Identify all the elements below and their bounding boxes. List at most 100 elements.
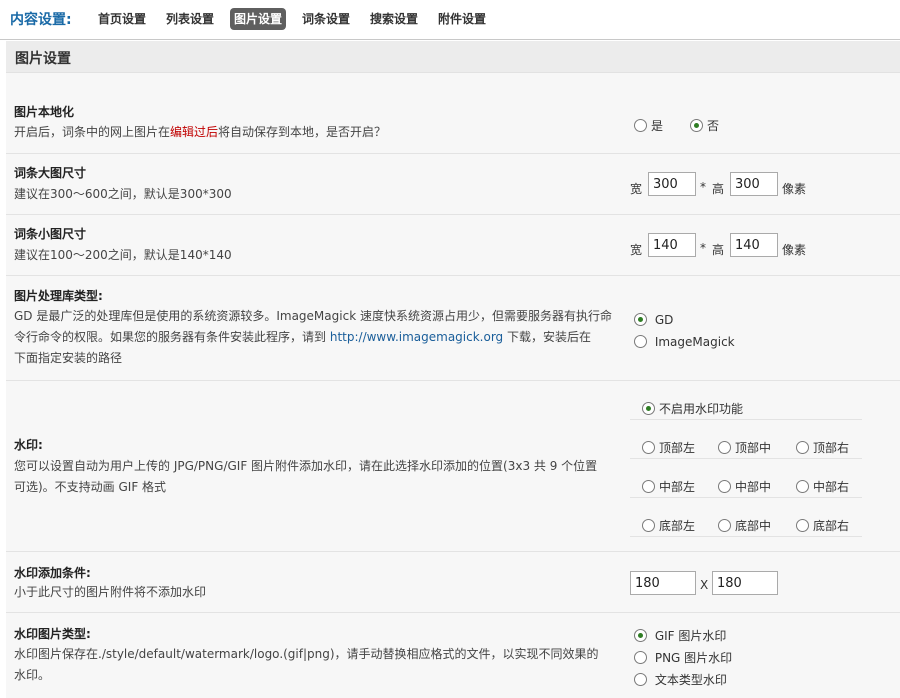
big-height-label: 高 <box>712 182 725 196</box>
lib-gd-option[interactable]: GD <box>634 313 673 327</box>
small-height-input[interactable] <box>730 233 778 257</box>
radio-icon[interactable] <box>634 673 647 686</box>
tab-list-settings[interactable]: 列表设置 <box>162 8 218 30</box>
lib-desc-line1: GD 是最广泛的处理库但是使用的系统资源较多。ImageMagick 速度快系统… <box>14 309 612 323</box>
nav-label: 内容设置: <box>10 12 72 28</box>
lib-imagemagick-option[interactable]: ImageMagick <box>634 335 735 349</box>
lib-gd-label: GD <box>654 313 674 327</box>
condition-desc: 小于此尺寸的图片附件将不添加水印 <box>14 585 207 599</box>
watermark-desc-line2: 可选)。不支持动画 GIF 格式 <box>14 480 167 494</box>
wmtype-title: 水印图片类型: <box>14 627 91 641</box>
watermark-disable-cell: 不启用水印功能 <box>630 381 862 420</box>
watermark-disable-label: 不启用水印功能 <box>659 402 744 416</box>
watermark-bottom-right-option[interactable]: 底部右 <box>796 517 849 534</box>
small-size-title: 词条小图尺寸 <box>14 227 87 241</box>
top-nav: 内容设置: 首页设置 列表设置 图片设置 词条设置 搜索设置 附件设置 <box>0 0 900 40</box>
wmtype-gif-label: GIF 图片水印 <box>654 629 727 643</box>
big-height-input[interactable] <box>730 172 778 196</box>
lib-imagemagick-label: ImageMagick <box>654 335 735 349</box>
settings-panel: 图片本地化 开启后，词条中的网上图片在编辑过后将自动保存到本地，是否开启？ 是 … <box>6 73 900 698</box>
radio-icon[interactable] <box>718 519 731 532</box>
tab-attachment-settings[interactable]: 附件设置 <box>434 8 490 30</box>
radio-selected-icon[interactable] <box>634 629 647 642</box>
tab-search-settings[interactable]: 搜索设置 <box>366 8 422 30</box>
row-image-localize: 图片本地化 开启后，词条中的网上图片在编辑过后将自动保存到本地，是否开启？ 是 … <box>6 73 900 154</box>
imagemagick-link[interactable]: http://www.imagemagick.org <box>330 330 503 344</box>
radio-icon[interactable] <box>634 119 647 132</box>
watermark-middle-center-option[interactable]: 中部中 <box>718 478 771 495</box>
watermark-disable-option[interactable]: 不启用水印功能 <box>642 400 743 417</box>
section-header: 图片设置 <box>6 41 900 73</box>
watermark-top-center-option[interactable]: 顶部中 <box>718 439 771 456</box>
radio-icon[interactable] <box>642 519 655 532</box>
big-size-unit: 像素 <box>782 182 807 196</box>
watermark-bottom-row: 底部左 底部中 底部右 <box>630 498 862 537</box>
big-size-title: 词条大图尺寸 <box>14 166 87 180</box>
watermark-top-right-option[interactable]: 顶部右 <box>796 439 849 456</box>
wmtype-desc: 水印图片保存在./style/default/watermark/logo.(g… <box>14 644 620 686</box>
watermark-middle-center-label: 中部中 <box>735 480 772 494</box>
condition-width-input[interactable] <box>630 571 696 595</box>
tab-home-settings[interactable]: 首页设置 <box>94 8 150 30</box>
watermark-title: 水印: <box>14 438 43 452</box>
watermark-desc-line1: 您可以设置自动为用户上传的 JPG/PNG/GIF 图片附件添加水印，请在此选择… <box>14 459 598 473</box>
wmtype-png-label: PNG 图片水印 <box>654 651 733 665</box>
radio-icon[interactable] <box>634 335 647 348</box>
wmtype-text-option[interactable]: 文本类型水印 <box>634 671 727 688</box>
watermark-middle-right-option[interactable]: 中部右 <box>796 478 849 495</box>
big-width-label: 宽 <box>630 182 643 196</box>
wmtype-png-option[interactable]: PNG 图片水印 <box>634 649 732 666</box>
wmtype-desc-line2: 水印。 <box>14 668 51 682</box>
condition-separator: X <box>700 578 709 592</box>
tab-image-settings[interactable]: 图片设置 <box>230 8 287 30</box>
condition-title: 水印添加条件: <box>14 566 91 580</box>
watermark-top-row: 顶部左 顶部中 顶部右 <box>630 420 862 459</box>
section-title: 图片设置 <box>15 51 71 67</box>
watermark-middle-left-label: 中部左 <box>659 480 696 494</box>
watermark-top-left-option[interactable]: 顶部左 <box>642 439 695 456</box>
localize-yes-option[interactable]: 是 <box>634 117 663 134</box>
localize-no-option[interactable]: 否 <box>690 117 719 134</box>
watermark-middle-row: 中部左 中部中 中部右 <box>630 459 862 498</box>
lib-desc-line2: 令行命令的权限。如果您的服务器有条件安装此程序，请到 http://www.im… <box>14 327 620 348</box>
lib-title: 图片处理库类型: <box>14 289 103 303</box>
tab-entry-settings[interactable]: 词条设置 <box>298 8 354 30</box>
small-size-desc: 建议在100～200之间，默认是140*140 <box>14 248 232 262</box>
wmtype-gif-option[interactable]: GIF 图片水印 <box>634 627 726 644</box>
watermark-middle-left-option[interactable]: 中部左 <box>642 478 695 495</box>
watermark-top-right-label: 顶部右 <box>813 441 850 455</box>
wmtype-text-label: 文本类型水印 <box>654 673 727 687</box>
radio-icon[interactable] <box>718 480 731 493</box>
row-small-image-size: 词条小图尺寸 建议在100～200之间，默认是140*140 宽 * 高 像素 <box>6 215 900 276</box>
radio-icon[interactable] <box>718 441 731 454</box>
row-image-library: 图片处理库类型: GD 是最广泛的处理库但是使用的系统资源较多。ImageMag… <box>6 276 900 381</box>
small-height-label: 高 <box>712 243 725 257</box>
watermark-top-center-label: 顶部中 <box>735 441 772 455</box>
watermark-top-left-label: 顶部左 <box>659 441 696 455</box>
localize-desc: 开启后，词条中的网上图片在编辑过后将自动保存到本地，是否开启？ <box>14 122 386 143</box>
row-big-image-size: 词条大图尺寸 建议在300～600之间，默认是300*300 宽 * 高 像素 <box>6 154 900 215</box>
big-width-input[interactable] <box>648 172 696 196</box>
radio-icon[interactable] <box>796 519 809 532</box>
small-width-input[interactable] <box>648 233 696 257</box>
condition-height-input[interactable] <box>712 571 778 595</box>
watermark-bottom-right-label: 底部右 <box>813 519 850 533</box>
row-watermark: 水印: 您可以设置自动为用户上传的 JPG/PNG/GIF 图片附件添加水印，请… <box>6 381 900 552</box>
radio-icon[interactable] <box>642 441 655 454</box>
localize-desc-post: 将自动保存到本地，是否开启？ <box>218 125 387 139</box>
radio-icon[interactable] <box>634 651 647 664</box>
watermark-bottom-center-option[interactable]: 底部中 <box>718 517 771 534</box>
wmtype-desc-line1: 水印图片保存在./style/default/watermark/logo.(g… <box>14 647 599 661</box>
radio-icon[interactable] <box>642 480 655 493</box>
small-size-separator: * <box>700 241 706 255</box>
radio-selected-icon[interactable] <box>642 402 655 415</box>
row-watermark-type: 水印图片类型: 水印图片保存在./style/default/watermark… <box>6 613 900 698</box>
lib-desc: GD 是最广泛的处理库但是使用的系统资源较多。ImageMagick 速度快系统… <box>14 306 620 369</box>
row-watermark-condition: 水印添加条件: 小于此尺寸的图片附件将不添加水印 X <box>6 552 900 613</box>
big-size-desc: 建议在300～600之间，默认是300*300 <box>14 187 232 201</box>
radio-icon[interactable] <box>796 480 809 493</box>
radio-icon[interactable] <box>796 441 809 454</box>
radio-selected-icon[interactable] <box>634 313 647 326</box>
radio-selected-icon[interactable] <box>690 119 703 132</box>
watermark-bottom-left-option[interactable]: 底部左 <box>642 517 695 534</box>
